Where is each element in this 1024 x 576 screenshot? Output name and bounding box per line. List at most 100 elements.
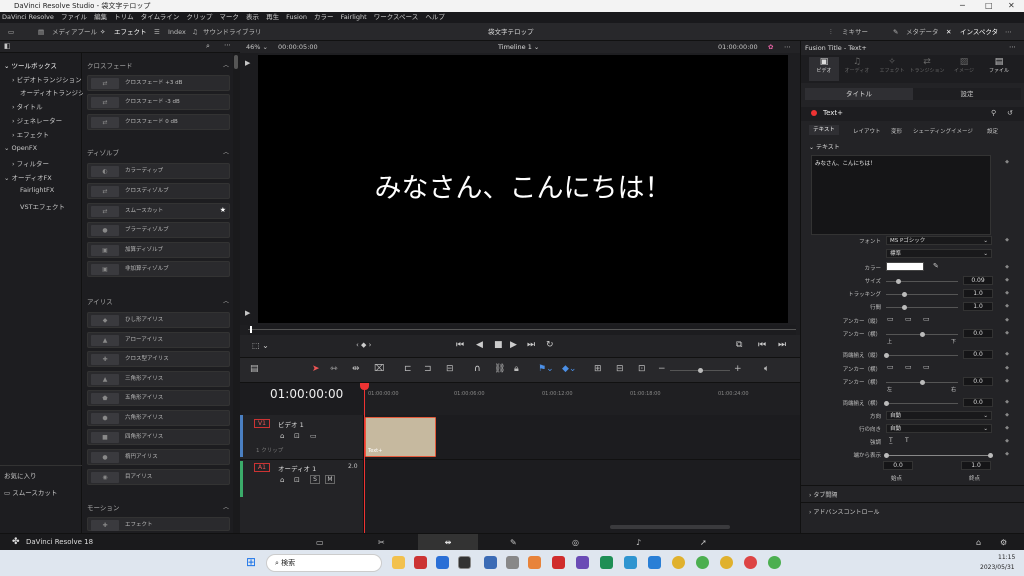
- justify-v-field[interactable]: 0.0: [963, 350, 993, 359]
- keyframe-icon[interactable]: ◆: [1005, 264, 1009, 270]
- keyframe-icon[interactable]: ◆: [1005, 290, 1009, 296]
- tab-spacing-header[interactable]: › タブ間隔: [809, 490, 837, 499]
- align-left-icon[interactable]: ▭: [887, 363, 894, 371]
- effect-item[interactable]: ▣ 加算ディゾルブ: [87, 242, 230, 258]
- effect-item[interactable]: ■ 四角形アイリス: [87, 429, 230, 445]
- chrome-icon[interactable]: [768, 556, 781, 569]
- app-icon[interactable]: [436, 556, 449, 569]
- prev-edit-icon[interactable]: ⏮: [758, 340, 766, 350]
- fairlight-page-icon[interactable]: ♪: [636, 534, 641, 551]
- keyframe-icon[interactable]: ◆: [1005, 412, 1009, 418]
- wand-icon[interactable]: ⚲: [991, 109, 996, 117]
- start-field[interactable]: 0.0: [883, 461, 913, 470]
- effect-item[interactable]: ⇄ クロスフェード 0 dB: [87, 114, 230, 130]
- tab-transition[interactable]: ⇄ トランジション: [909, 57, 945, 74]
- zoom-custom-icon[interactable]: ⊡: [638, 364, 646, 374]
- tab-image[interactable]: ▨ イメージ: [949, 57, 979, 74]
- match-frame-icon[interactable]: ⧉: [736, 340, 742, 350]
- options-icon[interactable]: ⋯: [784, 41, 791, 53]
- collapse-icon[interactable]: ︿: [223, 502, 229, 511]
- skip-back-icon[interactable]: ⏮: [456, 340, 464, 350]
- a1-badge[interactable]: A1: [254, 463, 270, 472]
- effects-button[interactable]: エフェクト: [114, 23, 147, 41]
- keyframe-icon[interactable]: ◆: [1005, 451, 1009, 457]
- tree-toolbox[interactable]: ⌄ ツールボックス: [4, 60, 57, 70]
- lock-icon[interactable]: ⌂: [280, 476, 284, 484]
- keyframe-icon[interactable]: ◆: [1005, 277, 1009, 283]
- close-icon[interactable]: ✕: [1008, 0, 1015, 12]
- node-tab-image[interactable]: イメージ: [951, 127, 973, 135]
- settings-icon[interactable]: ⚙: [1000, 534, 1007, 551]
- node-tab-shading[interactable]: シェーディング: [913, 127, 951, 135]
- color-icon[interactable]: ✿: [768, 41, 773, 53]
- collapse-icon[interactable]: ︿: [223, 60, 229, 69]
- media-pool-icon[interactable]: ▤: [38, 23, 44, 41]
- keyframe-icon[interactable]: ◆: [1005, 159, 1009, 165]
- mixer-icon[interactable]: ⫶: [830, 23, 832, 41]
- effect-item[interactable]: ⇄ クロスディゾルブ: [87, 183, 230, 199]
- tree-item[interactable]: › タイトル: [12, 101, 43, 111]
- zoom-full-icon[interactable]: ⊞: [594, 364, 602, 374]
- collapse-icon[interactable]: ︿: [223, 147, 229, 156]
- selection-tool-icon[interactable]: ➤: [312, 364, 320, 374]
- tracking-field[interactable]: 1.0: [963, 289, 993, 298]
- tree-item[interactable]: › フィルター: [12, 158, 49, 168]
- auto-select-icon[interactable]: ⊡: [294, 432, 300, 440]
- loop-icon[interactable]: ↻: [546, 340, 554, 350]
- app-icon[interactable]: [624, 556, 637, 569]
- text-editor[interactable]: みなさん、こんにちは！: [811, 155, 991, 235]
- anchor-h-field[interactable]: 0.0: [963, 329, 993, 338]
- play-icon[interactable]: ▶: [510, 340, 517, 350]
- timeline-clip[interactable]: Text+: [365, 417, 436, 457]
- keyframe-icon[interactable]: ◆: [1005, 351, 1009, 357]
- cut-page-icon[interactable]: ✂: [378, 534, 385, 551]
- reset-icon[interactable]: ↺: [1007, 109, 1013, 117]
- keyframe-icon[interactable]: ◆: [1005, 303, 1009, 309]
- chrome-icon[interactable]: [696, 556, 709, 569]
- effect-item[interactable]: ⬢ 六角形アイリス: [87, 410, 230, 426]
- monitor-icon[interactable]: ▭: [310, 432, 317, 440]
- anchor-h3-field[interactable]: 0.0: [963, 377, 993, 386]
- anchor-h-slider[interactable]: [886, 332, 958, 337]
- search-icon[interactable]: ⌕: [206, 42, 210, 51]
- layout-icon[interactable]: ▭: [8, 23, 14, 41]
- tree-item[interactable]: › エフェクト: [12, 129, 49, 139]
- maximize-icon[interactable]: □: [985, 0, 993, 12]
- timeline-ruler[interactable]: 01:00:00:00 01:00:06:00 01:00:12:00 01:0…: [364, 383, 800, 415]
- lock-icon[interactable]: ⌂: [280, 432, 284, 440]
- link-icon[interactable]: ⛓: [494, 364, 505, 374]
- keyframe-icon[interactable]: ◆: [1005, 378, 1009, 384]
- playhead[interactable]: [360, 383, 369, 533]
- media-pool-button[interactable]: メディアプール: [52, 23, 97, 41]
- scrub-head[interactable]: [250, 326, 252, 333]
- mute-button[interactable]: M: [325, 475, 335, 484]
- effect-item[interactable]: ✚ エフェクト: [87, 517, 230, 531]
- favorite-item[interactable]: ▭ スムースカット: [4, 487, 57, 497]
- subtab-title[interactable]: タイトル: [805, 88, 913, 100]
- app-icon[interactable]: [648, 556, 661, 569]
- node-enable-toggle[interactable]: [811, 110, 817, 116]
- index-button[interactable]: Index: [168, 23, 186, 41]
- auto-select-icon[interactable]: ⊡: [294, 476, 300, 484]
- keyframe-icon[interactable]: ◆: [1005, 330, 1009, 336]
- align-bottom-icon[interactable]: ▭: [923, 315, 930, 323]
- metadata-icon[interactable]: ✎: [893, 23, 898, 41]
- color-page-icon[interactable]: ◎: [572, 534, 579, 551]
- menu-item[interactable]: タイムライン: [141, 13, 180, 21]
- tab-video[interactable]: ▣ ビデオ: [809, 57, 839, 81]
- volume-icon[interactable]: 🔈︎: [764, 364, 769, 374]
- zoom-out-icon[interactable]: −: [658, 364, 666, 374]
- subtab-settings[interactable]: 設定: [913, 88, 1021, 100]
- scrub-bar[interactable]: [248, 325, 796, 335]
- tab-audio[interactable]: ♫ オーディオ: [842, 57, 872, 74]
- flag-icon[interactable]: ⚑⌄: [538, 364, 554, 374]
- marker-icon[interactable]: ◆⌄: [562, 364, 576, 374]
- node-tab-transform[interactable]: 変形: [891, 127, 902, 135]
- more-icon[interactable]: ⋯: [1005, 23, 1012, 41]
- blade-tool-icon[interactable]: ⌧: [374, 364, 384, 374]
- tree-item[interactable]: VSTエフェクト: [20, 201, 65, 211]
- crop-icon[interactable]: ⬚ ⌄: [252, 341, 269, 350]
- home-icon[interactable]: ⌂: [976, 534, 981, 551]
- eyedropper-icon[interactable]: ✎: [933, 262, 939, 270]
- effect-item[interactable]: ● ブラーディゾルブ: [87, 222, 230, 238]
